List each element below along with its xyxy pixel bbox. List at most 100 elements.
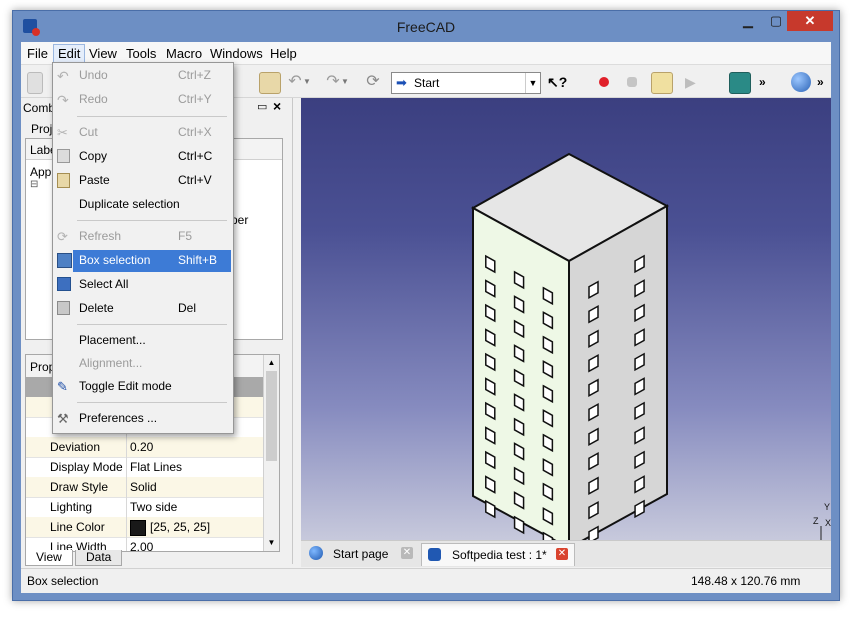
tab-view[interactable]: View (25, 550, 73, 566)
tab-softpedia-test[interactable]: Softpedia test : 1* ✕ (421, 543, 575, 566)
redo-history-dropdown-icon[interactable]: ▼ (341, 72, 361, 92)
menu-item-copy[interactable]: Copy Ctrl+C (53, 146, 233, 168)
record-macro-icon[interactable] (599, 77, 609, 87)
menu-windows[interactable]: Windows (206, 45, 267, 62)
property-row-display-mode[interactable]: Display Mode Flat Lines (26, 457, 263, 478)
menu-label: Cut (79, 125, 98, 139)
window-title: FreeCAD (396, 19, 456, 35)
menu-label: Alignment... (79, 356, 143, 370)
menu-item-refresh[interactable]: ⟳ Refresh F5 (53, 226, 233, 248)
menu-label: Toggle Edit mode (79, 379, 172, 393)
project-tab-label: Proj (31, 122, 53, 136)
refresh-toolbar-icon[interactable]: ⟳ (363, 72, 383, 92)
zoom-icon[interactable] (729, 72, 751, 94)
property-row-deviation[interactable]: Deviation 0.20 (26, 437, 263, 458)
menu-item-preferences[interactable]: ⚒ Preferences ... (53, 408, 233, 430)
menu-label: Redo (79, 92, 108, 106)
close-icon[interactable]: ✕ (556, 548, 568, 560)
property-row-draw-style[interactable]: Draw Style Solid (26, 477, 263, 498)
menu-help[interactable]: Help (266, 45, 301, 62)
chevron-down-icon[interactable]: ▼ (525, 73, 540, 93)
select-all-icon (57, 277, 71, 291)
property-name: Display Mode (50, 460, 123, 474)
property-name: Deviation (50, 440, 101, 454)
menu-item-redo[interactable]: ↷ Redo Ctrl+Y (53, 89, 233, 111)
scissors-icon: ✂ (57, 125, 68, 140)
new-document-icon[interactable] (27, 72, 43, 94)
menu-item-delete[interactable]: Delete Del (53, 298, 233, 320)
delete-icon (57, 301, 70, 315)
freecad-document-icon (428, 548, 441, 561)
property-name: Lighting (50, 500, 93, 514)
scroll-thumb[interactable] (266, 371, 277, 461)
refresh-icon: ⟳ (57, 229, 68, 244)
menu-item-duplicate-selection[interactable]: Duplicate selection (53, 194, 233, 216)
float-panel-icon[interactable]: ▭ (257, 100, 267, 113)
3d-viewport[interactable]: Y Z X (301, 98, 831, 540)
tree-expander-icon[interactable]: ⊟ (30, 179, 38, 190)
pencil-icon: ✎ (57, 379, 68, 394)
title-bar: FreeCAD ▁ ▢ ✕ (13, 11, 839, 43)
macro-edit-icon[interactable] (651, 72, 673, 94)
menu-item-select-all[interactable]: Select All (53, 274, 233, 296)
menu-item-cut[interactable]: ✂ Cut Ctrl+X (53, 122, 233, 144)
workbench-selector[interactable]: ➡ Start ▼ (391, 72, 541, 94)
minimize-button[interactable]: ▁ (735, 11, 761, 31)
menu-label: Undo (79, 68, 108, 82)
menu-macro[interactable]: Macro (162, 45, 206, 62)
preferences-tools-icon: ⚒ (57, 411, 69, 426)
menu-item-placement[interactable]: Placement... (53, 330, 233, 352)
menu-item-box-selection[interactable]: Box selection Shift+B (73, 250, 231, 272)
menu-shortcut: Ctrl+C (178, 149, 213, 163)
property-row-line-color[interactable]: Line Color [25, 25, 25] (26, 517, 263, 538)
building-right-face (568, 204, 668, 540)
property-value: Two side (130, 500, 178, 514)
edit-menu-dropdown: ↶ Undo Ctrl+Z ↷ Redo Ctrl+Y ✂ Cut Ctrl+X… (52, 62, 234, 434)
menu-shortcut: Del (178, 301, 197, 315)
menu-item-paste[interactable]: Paste Ctrl+V (53, 170, 233, 192)
close-icon[interactable]: ✕ (401, 547, 413, 559)
execute-macro-icon[interactable]: ▶ (685, 72, 705, 92)
maximize-button[interactable]: ▢ (763, 11, 789, 31)
menu-separator (77, 116, 227, 117)
menu-label: Placement... (79, 333, 146, 347)
status-message: Box selection (27, 574, 99, 588)
menu-item-undo[interactable]: ↶ Undo Ctrl+Z (53, 65, 233, 87)
property-row-lighting[interactable]: Lighting Two side (26, 497, 263, 518)
close-panel-icon[interactable]: × (273, 98, 281, 114)
tab-start-page[interactable]: Start page ✕ (305, 543, 417, 565)
menu-shortcut: Ctrl+Z (178, 68, 211, 82)
menu-tools[interactable]: Tools (122, 45, 160, 62)
menu-item-alignment[interactable]: Alignment... (53, 353, 233, 375)
paste-toolbar-icon[interactable] (259, 72, 281, 94)
menu-separator (77, 402, 227, 403)
property-value: 0.20 (130, 440, 154, 454)
menu-edit[interactable]: Edit (53, 44, 86, 63)
scroll-up-icon[interactable]: ▲ (266, 357, 277, 369)
menu-label: Refresh (79, 229, 122, 243)
tab-label: Start page (333, 547, 389, 561)
menu-shortcut: Ctrl+V (178, 173, 212, 187)
property-scrollbar[interactable]: ▲ ▼ (263, 355, 279, 551)
menu-item-toggle-edit-mode[interactable]: ✎ Toggle Edit mode (53, 376, 233, 398)
menu-view[interactable]: View (85, 45, 121, 62)
tree-item-application[interactable]: App (30, 165, 51, 179)
building-model[interactable] (301, 98, 831, 540)
web-globe-icon[interactable] (791, 72, 811, 92)
property-tabs: View Data (25, 550, 281, 568)
toolbar-overflow-icon[interactable]: » (759, 72, 779, 92)
menu-shortcut: Shift+B (178, 253, 218, 267)
undo-toolbar-icon[interactable]: ↶ (285, 72, 305, 92)
close-button[interactable]: ✕ (787, 11, 833, 31)
menu-separator (77, 324, 227, 325)
whats-this-icon[interactable]: ↖? (547, 72, 567, 92)
color-swatch (130, 520, 146, 536)
undo-history-dropdown-icon[interactable]: ▼ (303, 72, 323, 92)
tab-data[interactable]: Data (75, 550, 123, 566)
stop-macro-icon[interactable] (627, 77, 637, 87)
undo-icon: ↶ (57, 68, 69, 84)
scroll-down-icon[interactable]: ▼ (266, 537, 277, 549)
menu-file[interactable]: File (23, 45, 52, 62)
redo-toolbar-icon[interactable]: ↷ (323, 72, 343, 92)
toolbar-overflow-icon-2[interactable]: » (817, 72, 837, 92)
